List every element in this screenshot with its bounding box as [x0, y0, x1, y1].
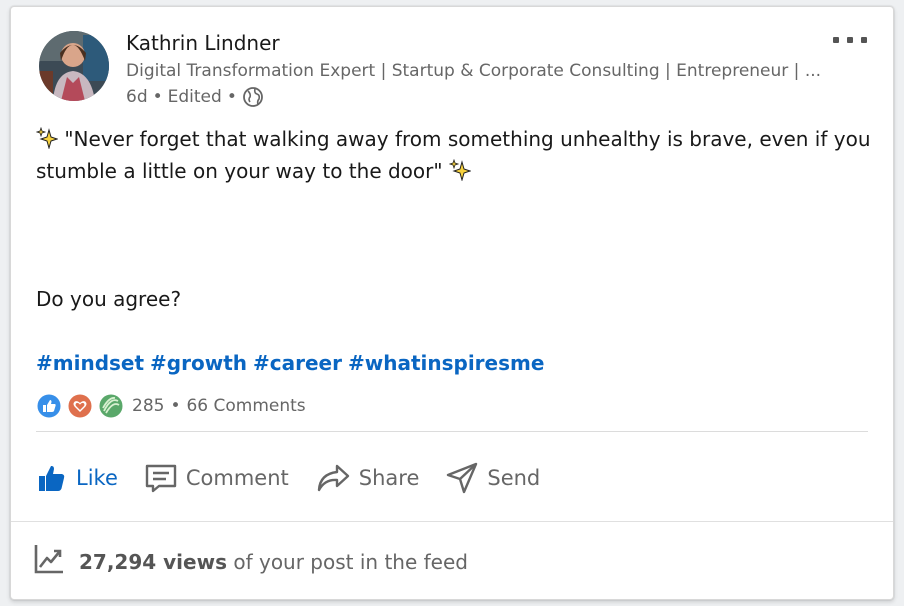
share-button[interactable]: Share: [315, 462, 420, 494]
insightful-reaction-icon: [98, 393, 124, 419]
hashtag-link[interactable]: #growth: [150, 347, 247, 379]
analytics-chart-icon: [33, 543, 65, 580]
more-options-button[interactable]: [833, 33, 867, 47]
reaction-icons[interactable]: [36, 393, 124, 419]
dot-icon: [861, 37, 867, 43]
author-name[interactable]: Kathrin Lindner: [126, 31, 280, 55]
hashtag-link[interactable]: #career: [253, 347, 342, 379]
dot-icon: [833, 37, 839, 43]
reaction-count[interactable]: 285: [132, 396, 164, 416]
sparkles-emoji-icon: [35, 126, 59, 150]
comments-count[interactable]: 66 Comments: [186, 396, 305, 416]
send-button[interactable]: Send: [445, 461, 540, 495]
edited-label: Edited: [167, 87, 222, 107]
post-time: 6d: [126, 87, 148, 107]
dot-icon: [847, 37, 853, 43]
hashtag-link[interactable]: #mindset: [36, 347, 144, 379]
comment-button[interactable]: Comment: [144, 462, 289, 494]
views-count: 27,294 views: [79, 549, 227, 574]
hashtag-list: #mindset #growth #career #whatinspiresme: [36, 347, 544, 379]
views-suffix: of your post in the feed: [233, 549, 468, 574]
divider: [36, 431, 868, 432]
comment-icon: [144, 462, 178, 494]
post-text: "Never forget that walking away from som…: [35, 123, 876, 187]
avatar[interactable]: [39, 31, 109, 101]
sparkles-emoji-icon: [448, 158, 472, 182]
author-headline: Digital Transformation Expert | Startup …: [126, 61, 822, 81]
post-card: Kathrin Lindner Digital Transformation E…: [10, 6, 894, 600]
thumbs-up-icon: [36, 462, 68, 494]
like-label: Like: [76, 466, 118, 490]
footer-divider: [11, 521, 893, 522]
share-icon: [315, 462, 351, 494]
comment-label: Comment: [185, 466, 289, 490]
share-label: Share: [358, 466, 420, 490]
send-label: Send: [487, 466, 541, 490]
meta-separator-2: •: [226, 87, 237, 107]
like-button[interactable]: Like: [36, 462, 118, 494]
social-counts: 285 • 66 Comments: [36, 393, 306, 419]
post-meta: 6d • Edited •: [126, 86, 264, 108]
love-reaction-icon: [67, 393, 93, 419]
post-analytics[interactable]: 27,294 views of your post in the feed: [33, 543, 468, 580]
meta-separator: •: [152, 87, 163, 107]
like-reaction-icon: [36, 393, 62, 419]
action-bar: Like Comment Share Send: [36, 455, 566, 501]
social-dot: •: [170, 396, 181, 416]
post-question: Do you agree?: [36, 287, 182, 311]
send-icon: [445, 461, 479, 495]
globe-icon: [242, 86, 264, 108]
hashtag-link[interactable]: #whatinspiresme: [348, 347, 544, 379]
